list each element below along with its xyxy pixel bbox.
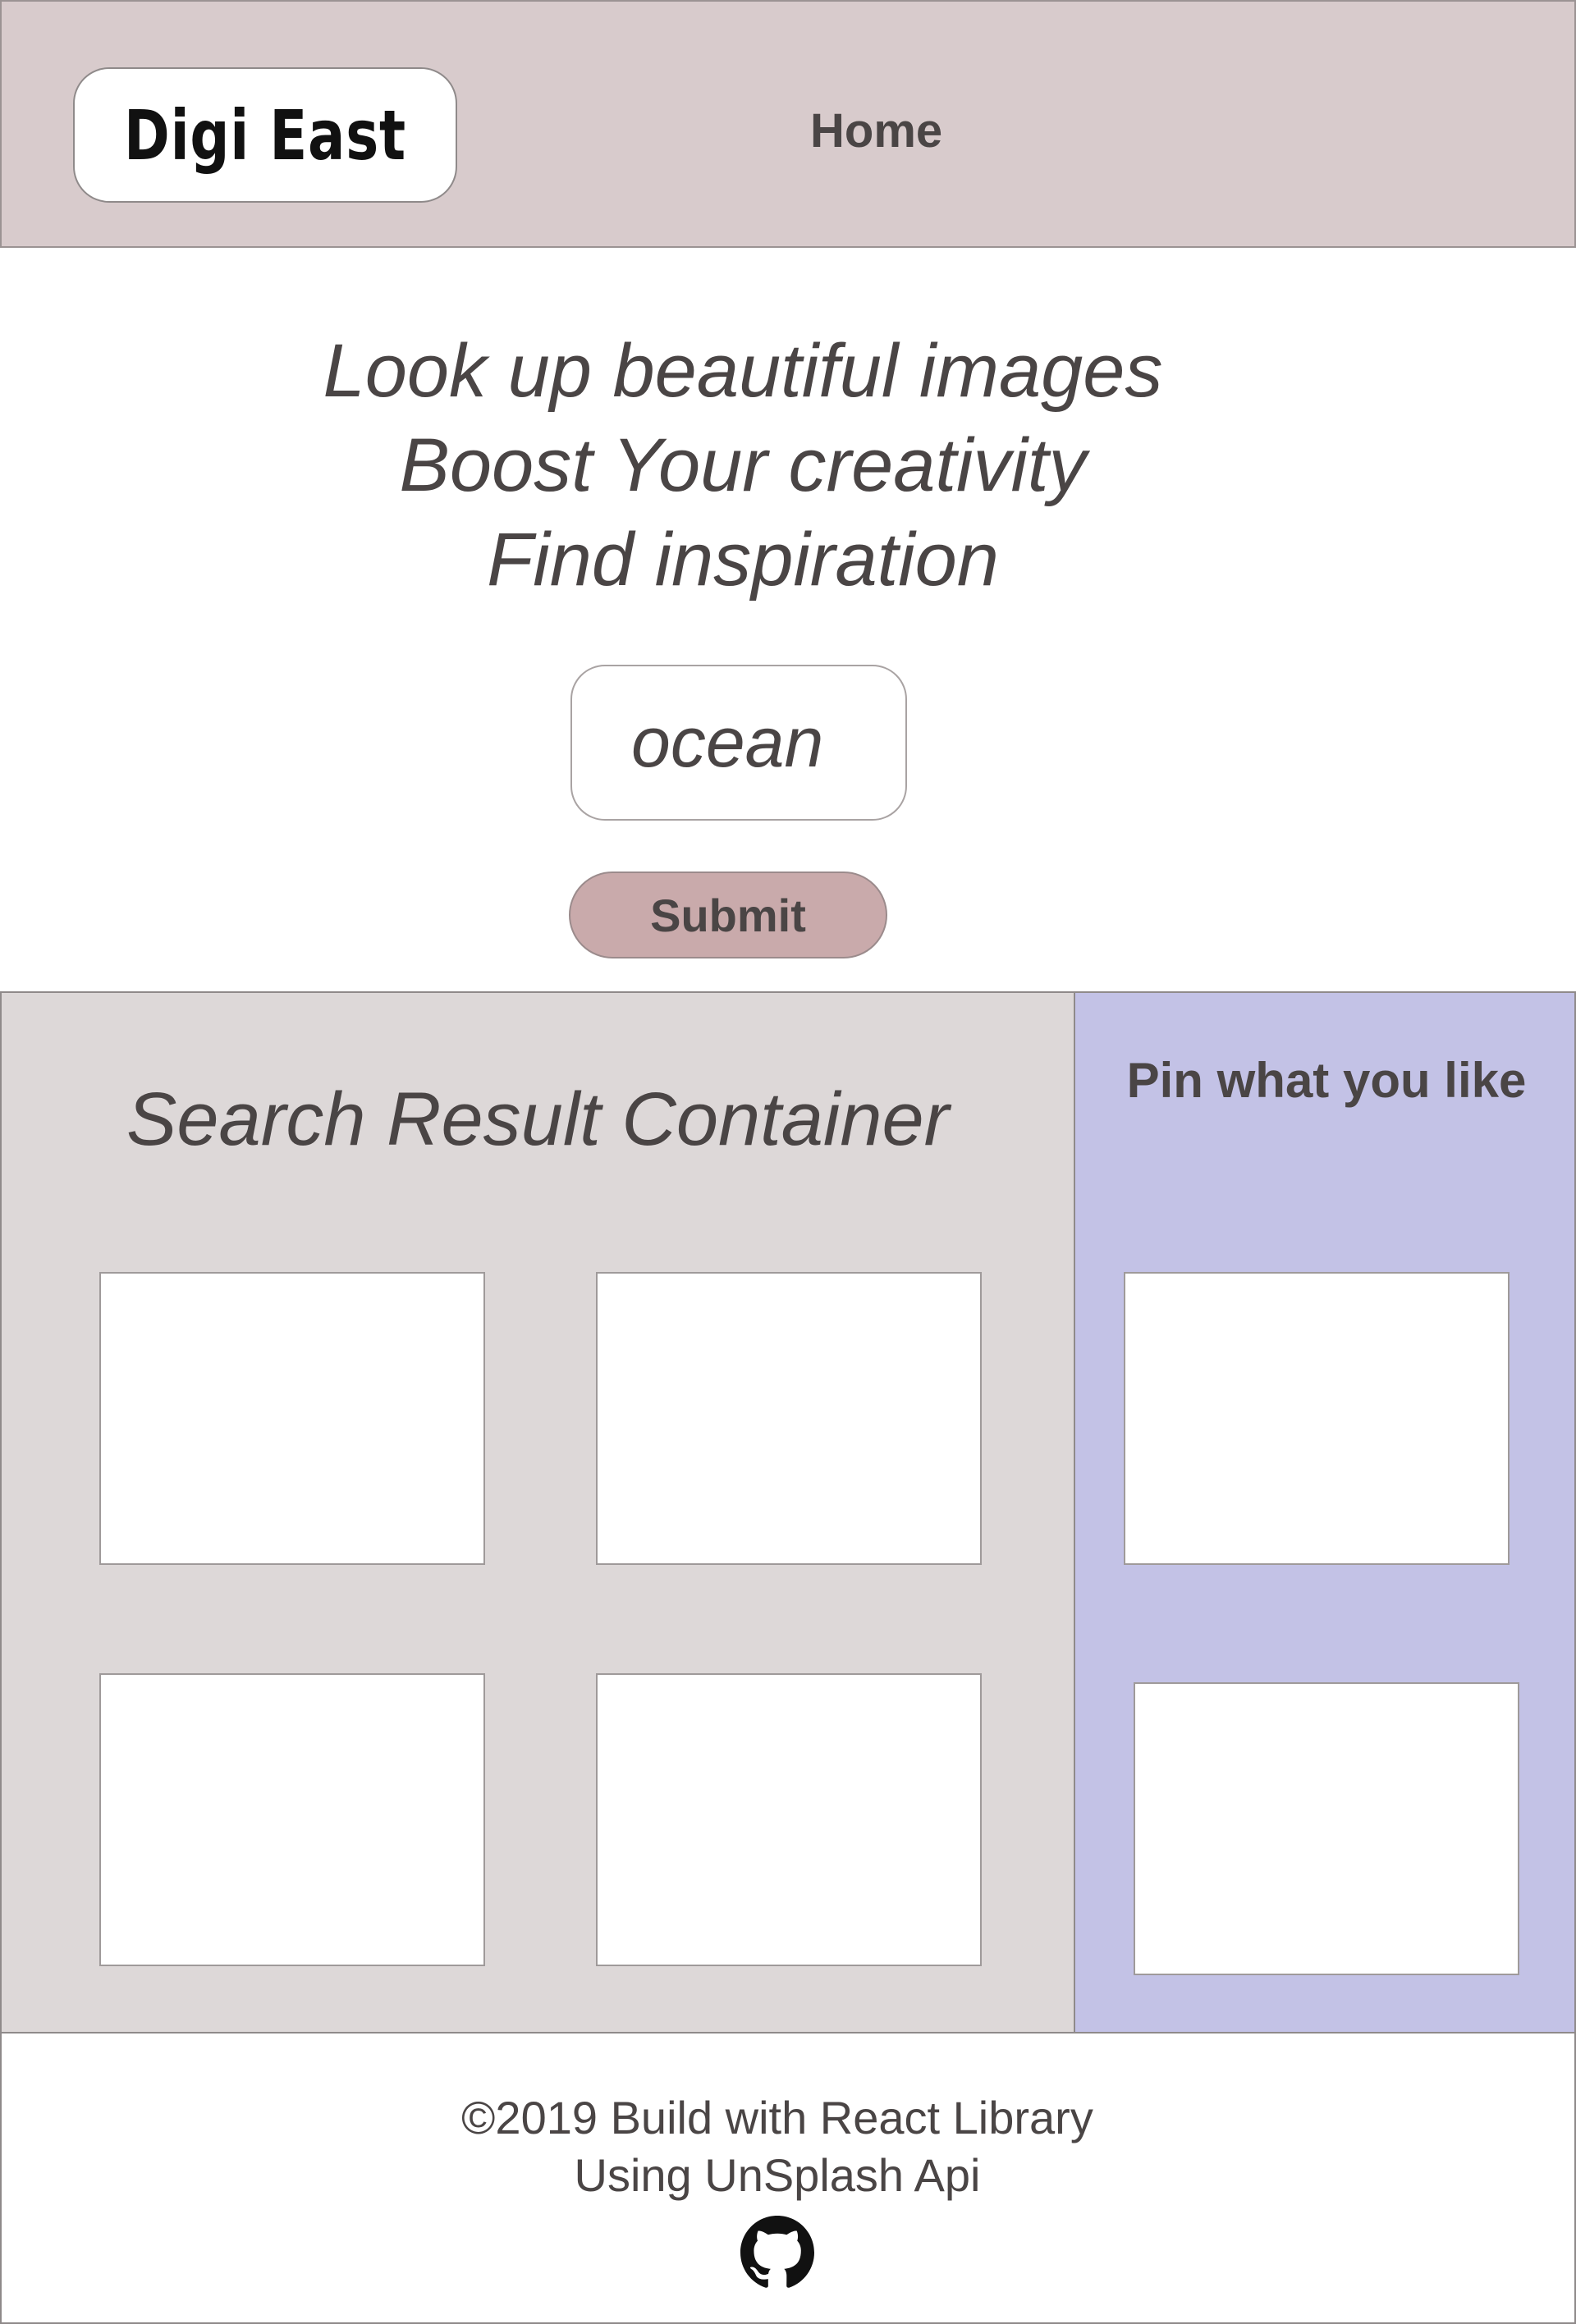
footer-api-credit: Using UnSplash Api: [574, 2149, 981, 2201]
page: Digi East Home Look up beautiful images …: [0, 0, 1576, 2324]
hero-tagline: Look up beautiful images Boost Your crea…: [0, 324, 1486, 607]
hero-line-2: Boost Your creativity: [399, 423, 1087, 507]
result-image-card[interactable]: [99, 1673, 485, 1966]
search-input[interactable]: [570, 665, 907, 821]
logo-text: Digi East: [124, 94, 406, 176]
pinned-image-card[interactable]: [1124, 1272, 1510, 1565]
footer: ©2019 Build with React Library Using UnS…: [0, 2032, 1576, 2324]
search-result-container: Search Result Container: [0, 991, 1075, 2034]
footer-copyright: ©2019 Build with React Library: [461, 2092, 1093, 2143]
result-image-card[interactable]: [99, 1272, 485, 1565]
result-image-card[interactable]: [596, 1272, 982, 1565]
pin-sidebar: Pin what you like: [1074, 991, 1576, 2034]
results-title: Search Result Container: [126, 1077, 950, 1161]
nav-home-link[interactable]: Home: [810, 103, 942, 158]
logo[interactable]: Digi East: [73, 67, 457, 203]
pins-title: Pin what you like: [1126, 1053, 1527, 1108]
github-icon[interactable]: [740, 2216, 814, 2290]
result-image-card[interactable]: [596, 1673, 982, 1966]
pinned-image-card[interactable]: [1134, 1682, 1519, 1975]
submit-button[interactable]: Submit: [569, 872, 887, 958]
hero-line-1: Look up beautiful images: [323, 329, 1163, 413]
hero-line-3: Find inspiration: [487, 518, 999, 602]
header: Digi East Home: [0, 0, 1576, 248]
